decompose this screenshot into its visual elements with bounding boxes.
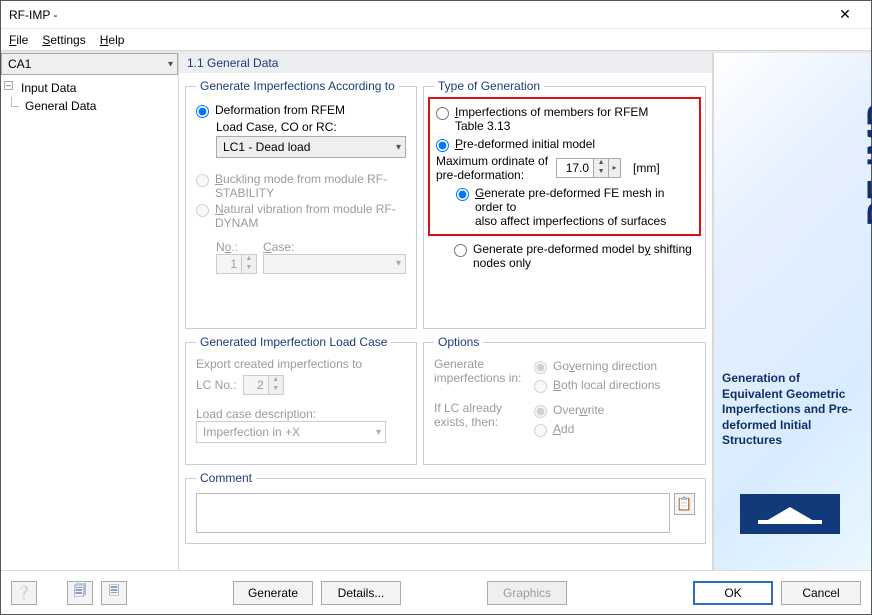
max-label: Maximum ordinate of pre-deformation: xyxy=(436,154,548,182)
group-options: Options Generate imperfections in: Gover… xyxy=(423,335,706,465)
spin-up-icon: ▲ xyxy=(269,376,283,385)
radio-buckling-input xyxy=(196,174,209,187)
main-panel: 1.1 General Data Generate Imperfections … xyxy=(179,53,713,570)
brand-text: RF-IMP xyxy=(861,103,872,226)
chevron-down-icon: ▾ xyxy=(376,427,381,438)
lcno-value xyxy=(244,376,268,394)
radio-imperfections-members[interactable]: Imperfections of members for RFEMTable 3… xyxy=(436,105,693,133)
brand-description: Generation of Equivalent Geometric Imper… xyxy=(722,371,863,449)
case-combo[interactable]: CA1 ▾ xyxy=(1,53,178,75)
spin-up-icon: ▲ xyxy=(242,255,256,264)
spin-ext-icon[interactable]: ▸ xyxy=(608,159,620,177)
cancel-button[interactable]: Cancel xyxy=(781,581,861,605)
branding-panel: RF-IMP Generation of Equivalent Geometri… xyxy=(713,53,871,570)
spin-up-icon[interactable]: ▲ xyxy=(594,159,608,168)
no-spinner: ▲▼ xyxy=(216,254,257,274)
case-label: Case: xyxy=(263,240,406,254)
legend-type: Type of Generation xyxy=(434,79,544,93)
unit-label: [mm] xyxy=(633,161,660,175)
menu-help[interactable]: Help xyxy=(100,33,125,47)
menu-file[interactable]: File xyxy=(9,33,28,47)
no-value xyxy=(217,255,241,273)
graphics-button: Graphics xyxy=(487,581,567,605)
legend-options: Options xyxy=(434,335,483,349)
radio-deformation-rfem-input[interactable] xyxy=(196,105,209,118)
radio-shift-nodes[interactable]: Generate pre-deformed model by shiftingn… xyxy=(454,242,695,270)
radio-imperf-input[interactable] xyxy=(436,107,449,120)
max-ordinate-row: Maximum ordinate of pre-deformation: ▲▼ … xyxy=(436,154,693,182)
radio-overwrite: Overwrite xyxy=(534,403,604,418)
tool-button-2[interactable]: 🗏 xyxy=(101,581,127,605)
export-label: Export created imperfections to xyxy=(196,357,406,371)
lc-label: Load Case, CO or RC: xyxy=(216,120,406,134)
radio-buckling: Buckling mode from module RF-STABILITY xyxy=(196,172,406,200)
spin-down-icon: ▼ xyxy=(242,264,256,273)
titlebar: RF-IMP - ✕ xyxy=(1,1,871,29)
menubar: File Settings Help xyxy=(1,29,871,51)
lcno-spinner: ▲▼ xyxy=(243,375,284,395)
lcdesc-label: Load case description: xyxy=(196,407,406,421)
left-panel: CA1 ▾ – Input Data General Data xyxy=(1,53,179,570)
legend-gilc: Generated Imperfection Load Case xyxy=(196,335,391,349)
radio-predeformed-model[interactable]: Pre-deformed initial model xyxy=(436,137,693,152)
close-icon[interactable]: ✕ xyxy=(827,6,863,23)
radio-shift-input[interactable] xyxy=(454,244,467,257)
radio-governing: Governing direction xyxy=(534,359,657,374)
if-lc-label: If LC already exists, then: xyxy=(434,401,534,429)
comment-input[interactable] xyxy=(196,493,670,533)
group-generated-lc: Generated Imperfection Load Case Export … xyxy=(185,335,417,465)
tree-root[interactable]: Input Data xyxy=(19,79,174,97)
brand-logo xyxy=(740,494,840,534)
radio-add: Add xyxy=(534,422,574,437)
chevron-down-icon: ▾ xyxy=(396,258,401,269)
menu-settings[interactable]: Settings xyxy=(42,33,85,47)
max-ordinate-input[interactable] xyxy=(557,159,593,177)
tree-item-general-data[interactable]: General Data xyxy=(5,97,174,115)
lc-block: Load Case, CO or RC: LC1 - Dead load ▾ xyxy=(216,120,406,158)
legend-generate: Generate Imperfections According to xyxy=(196,79,399,93)
highlighted-region: Imperfections of members for RFEMTable 3… xyxy=(428,97,701,236)
lcdesc-value: Imperfection in +X xyxy=(203,425,300,439)
no-label: No.: xyxy=(216,240,257,254)
radio-generate-fe-mesh[interactable]: Generate pre-deformed FE mesh in order t… xyxy=(456,186,693,228)
radio-predef-input[interactable] xyxy=(436,139,449,152)
radio-femesh-input[interactable] xyxy=(456,188,469,201)
page-title: 1.1 General Data xyxy=(179,53,712,73)
spin-down-icon[interactable]: ▼ xyxy=(594,168,608,177)
radio-natural-input xyxy=(196,204,209,217)
case-select: ▾ xyxy=(263,254,406,274)
tool-button-1[interactable]: 🗐 xyxy=(67,581,93,605)
footer: ❔ 🗐 🗏 Generate Details... Graphics OK Ca… xyxy=(1,570,871,614)
gen-in-label: Generate imperfections in: xyxy=(434,357,534,385)
radio-natural-vibration: Natural vibration from module RF-DYNAM xyxy=(196,202,406,230)
chevron-down-icon: ▾ xyxy=(168,59,173,70)
tree-collapse-icon[interactable]: – xyxy=(4,81,13,90)
chevron-down-icon: ▾ xyxy=(396,142,401,153)
lcno-row: LC No.: ▲▼ xyxy=(196,375,406,395)
max-ordinate-spinner[interactable]: ▲▼ ▸ xyxy=(556,158,621,178)
details-button[interactable]: Details... xyxy=(321,581,401,605)
generate-button[interactable]: Generate xyxy=(233,581,313,605)
group-generate-according: Generate Imperfections According to Defo… xyxy=(185,79,417,329)
comment-picker-button[interactable]: 📋 xyxy=(674,493,695,515)
radio-both: Both local directions xyxy=(534,378,660,393)
lc-value: LC1 - Dead load xyxy=(223,140,310,154)
help-button[interactable]: ❔ xyxy=(11,581,37,605)
lc-select[interactable]: LC1 - Dead load ▾ xyxy=(216,136,406,158)
no-case-row: No.: ▲▼ Case: ▾ xyxy=(216,240,406,274)
lcno-label: LC No.: xyxy=(196,378,237,392)
window-title: RF-IMP - xyxy=(9,8,827,22)
app-window: RF-IMP - ✕ File Settings Help CA1 ▾ – In… xyxy=(0,0,872,615)
spin-down-icon: ▼ xyxy=(269,385,283,394)
radio-deformation-rfem[interactable]: Deformation from RFEM xyxy=(196,103,406,118)
legend-comment: Comment xyxy=(196,471,256,485)
lcdesc-select: Imperfection in +X ▾ xyxy=(196,421,386,443)
group-comment: Comment 📋 xyxy=(185,471,706,544)
group-type-generation: Type of Generation Imperfections of memb… xyxy=(423,79,706,329)
nav-tree: – Input Data General Data xyxy=(1,75,178,570)
ok-button[interactable]: OK xyxy=(693,581,773,605)
case-combo-value: CA1 xyxy=(8,57,31,71)
